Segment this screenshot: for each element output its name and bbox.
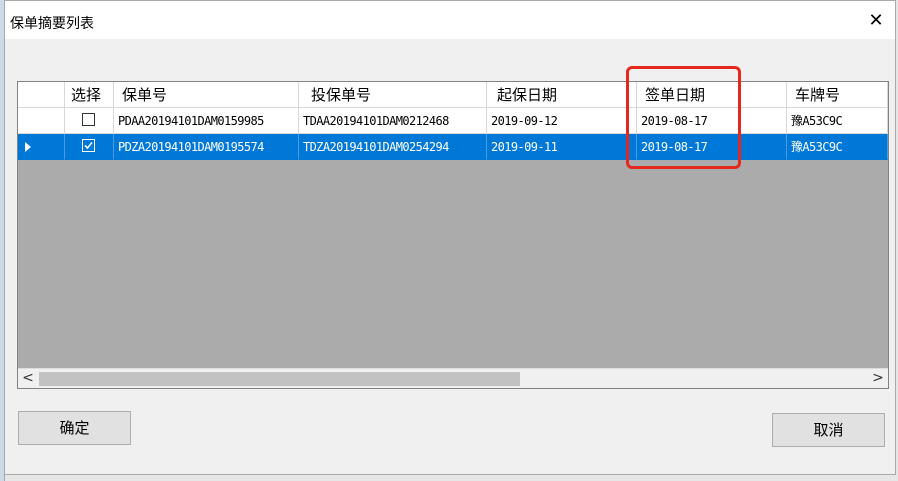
policy-grid: 选择 保单号 投保单号 起保日期 签单日期 车牌号 PDAA20194101DA… <box>17 81 889 389</box>
plate-no-cell[interactable]: 豫A53C9C <box>787 108 888 134</box>
plate-no-cell[interactable]: 豫A53C9C <box>787 134 888 160</box>
cancel-button[interactable]: 取消 <box>772 413 885 447</box>
scroll-right-arrow-icon[interactable]: > <box>868 369 888 388</box>
start-date-cell[interactable]: 2019-09-11 <box>487 134 637 160</box>
start-date-cell[interactable]: 2019-09-12 <box>487 108 637 134</box>
row-checkbox-checked[interactable] <box>82 139 95 152</box>
proposal-no-cell[interactable]: TDZA20194101DAM0254294 <box>299 134 487 160</box>
column-header-proposal-no[interactable]: 投保单号 <box>299 82 487 108</box>
column-header-start-date[interactable]: 起保日期 <box>487 82 637 108</box>
proposal-no-cell[interactable]: TDAA20194101DAM0212468 <box>299 108 487 134</box>
ok-button[interactable]: 确定 <box>18 411 131 445</box>
close-button[interactable]: ✕ <box>864 9 888 33</box>
policy-no-cell[interactable]: PDAA20194101DAM0159985 <box>114 108 299 134</box>
column-header-plate-no[interactable]: 车牌号 <box>787 82 888 108</box>
scrollbar-thumb[interactable] <box>39 372 520 386</box>
current-row-arrow-icon <box>25 142 31 152</box>
scroll-left-arrow-icon[interactable]: < <box>18 369 38 388</box>
sign-date-highlight-box <box>626 66 741 169</box>
row-header-column-header <box>18 82 65 108</box>
select-cell[interactable] <box>65 108 114 134</box>
policy-no-cell[interactable]: PDZA20194101DAM0195574 <box>114 134 299 160</box>
row-header-cell[interactable] <box>18 108 65 134</box>
row-checkbox[interactable] <box>82 113 95 126</box>
policy-summary-dialog: 保单摘要列表 ✕ 选择 保单号 投保单号 起保日期 签单日期 车牌号 PDAA2… <box>4 0 896 475</box>
title-bar: 保单摘要列表 ✕ <box>5 1 895 39</box>
grid-header-row: 选择 保单号 投保单号 起保日期 签单日期 车牌号 <box>18 82 888 108</box>
row-header-cell[interactable] <box>18 134 65 160</box>
dialog-title: 保单摘要列表 <box>10 16 94 32</box>
table-row-selected[interactable]: PDZA20194101DAM0195574 TDZA20194101DAM02… <box>18 134 888 160</box>
column-header-select[interactable]: 选择 <box>65 82 114 108</box>
table-row[interactable]: PDAA20194101DAM0159985 TDAA20194101DAM02… <box>18 108 888 134</box>
checkmark-icon <box>84 141 93 150</box>
column-header-policy-no[interactable]: 保单号 <box>114 82 299 108</box>
horizontal-scrollbar[interactable]: < > <box>18 368 888 388</box>
select-cell[interactable] <box>65 134 114 160</box>
